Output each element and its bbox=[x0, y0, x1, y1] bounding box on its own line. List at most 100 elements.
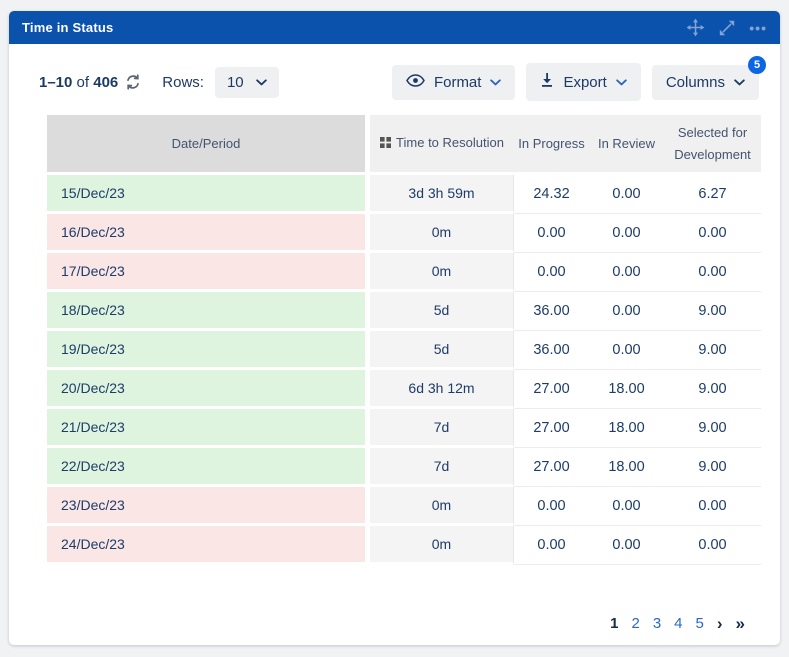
column-header-in-review[interactable]: In Review bbox=[589, 115, 664, 175]
page-link-5[interactable]: 5 bbox=[696, 615, 704, 632]
ttr-cell: 6d 3h 12m bbox=[365, 370, 514, 409]
page-current[interactable]: 1 bbox=[610, 615, 618, 632]
ttr-cell: 0m bbox=[365, 253, 514, 292]
in-progress-cell: 0.00 bbox=[514, 487, 589, 526]
in-review-cell: 0.00 bbox=[589, 214, 664, 253]
rows-per-page: Rows: 10 bbox=[162, 67, 278, 98]
in-progress-cell: 36.00 bbox=[514, 292, 589, 331]
table-row: 24/Dec/23 0m 0.00 0.00 0.00 bbox=[47, 526, 761, 565]
time-in-status-widget: Time in Status ••• bbox=[9, 11, 780, 645]
columns-count-badge: 5 bbox=[748, 56, 766, 74]
last-page-icon[interactable]: » bbox=[736, 615, 745, 632]
in-progress-cell: 27.00 bbox=[514, 370, 589, 409]
date-cell: 22/Dec/23 bbox=[47, 448, 365, 487]
column-header-time-to-resolution[interactable]: Time to Resolution bbox=[365, 115, 514, 175]
date-cell: 15/Dec/23 bbox=[47, 175, 365, 214]
columns-button[interactable]: Columns 5 bbox=[652, 65, 759, 100]
selected-cell: 9.00 bbox=[664, 448, 761, 487]
in-review-cell: 0.00 bbox=[589, 487, 664, 526]
in-review-cell: 0.00 bbox=[589, 526, 664, 565]
in-progress-cell: 24.32 bbox=[514, 175, 589, 214]
move-icon[interactable] bbox=[686, 18, 705, 37]
eye-icon bbox=[406, 74, 425, 91]
format-button[interactable]: Format bbox=[392, 65, 516, 100]
widget-header-actions: ••• bbox=[686, 18, 767, 37]
table-row: 20/Dec/23 6d 3h 12m 27.00 18.00 9.00 bbox=[47, 370, 761, 409]
ttr-cell: 7d bbox=[365, 448, 514, 487]
download-icon bbox=[540, 72, 554, 92]
format-button-label: Format bbox=[434, 74, 482, 91]
table-row: 23/Dec/23 0m 0.00 0.00 0.00 bbox=[47, 487, 761, 526]
table-row: 18/Dec/23 5d 36.00 0.00 9.00 bbox=[47, 292, 761, 331]
ttr-cell: 0m bbox=[365, 487, 514, 526]
pagination: 1 2 3 4 5 › » bbox=[610, 615, 745, 632]
date-cell: 20/Dec/23 bbox=[47, 370, 365, 409]
table-row: 17/Dec/23 0m 0.00 0.00 0.00 bbox=[47, 253, 761, 292]
table-row: 15/Dec/23 3d 3h 59m 24.32 0.00 6.27 bbox=[47, 175, 761, 214]
toolbar: 1–10 of 406 Rows: 10 bbox=[9, 44, 780, 101]
ttr-cell: 7d bbox=[365, 409, 514, 448]
ttr-cell: 0m bbox=[365, 526, 514, 565]
selected-cell: 0.00 bbox=[664, 487, 761, 526]
widget-header: Time in Status ••• bbox=[9, 11, 780, 44]
selected-cell: 0.00 bbox=[664, 526, 761, 565]
ttr-cell: 5d bbox=[365, 292, 514, 331]
grid-icon bbox=[380, 133, 391, 154]
in-review-cell: 0.00 bbox=[589, 331, 664, 370]
date-cell: 19/Dec/23 bbox=[47, 331, 365, 370]
selected-cell: 9.00 bbox=[664, 409, 761, 448]
refresh-icon[interactable] bbox=[125, 74, 141, 90]
date-cell: 21/Dec/23 bbox=[47, 409, 365, 448]
widget-title: Time in Status bbox=[22, 20, 686, 35]
range-text: 1–10 bbox=[39, 74, 72, 91]
chevron-down-icon bbox=[734, 79, 745, 86]
ttr-cell: 5d bbox=[365, 331, 514, 370]
ttr-cell: 0m bbox=[365, 214, 514, 253]
in-progress-cell: 27.00 bbox=[514, 448, 589, 487]
export-button[interactable]: Export bbox=[526, 63, 640, 101]
date-cell: 23/Dec/23 bbox=[47, 487, 365, 526]
rows-select-value: 10 bbox=[227, 74, 244, 91]
selected-cell: 6.27 bbox=[664, 175, 761, 214]
ttr-cell: 3d 3h 59m bbox=[365, 175, 514, 214]
selected-cell: 0.00 bbox=[664, 253, 761, 292]
in-progress-cell: 0.00 bbox=[514, 526, 589, 565]
table-row: 22/Dec/23 7d 27.00 18.00 9.00 bbox=[47, 448, 761, 487]
in-review-cell: 18.00 bbox=[589, 370, 664, 409]
selected-cell: 0.00 bbox=[664, 214, 761, 253]
in-progress-cell: 0.00 bbox=[514, 214, 589, 253]
column-header-date-period[interactable]: Date/Period bbox=[47, 115, 365, 175]
date-cell: 24/Dec/23 bbox=[47, 526, 365, 565]
in-review-cell: 0.00 bbox=[589, 253, 664, 292]
in-review-cell: 18.00 bbox=[589, 448, 664, 487]
selected-cell: 9.00 bbox=[664, 370, 761, 409]
date-cell: 16/Dec/23 bbox=[47, 214, 365, 253]
next-page-icon[interactable]: › bbox=[717, 615, 723, 632]
page-link-4[interactable]: 4 bbox=[674, 615, 682, 632]
selected-cell: 9.00 bbox=[664, 292, 761, 331]
chevron-down-icon bbox=[256, 79, 267, 86]
total-count: 406 bbox=[93, 74, 118, 91]
table-row: 19/Dec/23 5d 36.00 0.00 9.00 bbox=[47, 331, 761, 370]
in-progress-cell: 27.00 bbox=[514, 409, 589, 448]
selected-cell: 9.00 bbox=[664, 331, 761, 370]
page-link-2[interactable]: 2 bbox=[631, 615, 639, 632]
in-review-cell: 18.00 bbox=[589, 409, 664, 448]
status-table: Date/Period Time to Resolution In Progre… bbox=[47, 115, 743, 565]
table-header-row: Date/Period Time to Resolution In Progre… bbox=[47, 115, 761, 175]
export-button-label: Export bbox=[563, 74, 606, 91]
rows-label: Rows: bbox=[162, 74, 204, 91]
chevron-down-icon bbox=[490, 79, 501, 86]
of-label: of bbox=[77, 74, 90, 91]
column-header-selected-for-development[interactable]: Selected for Development bbox=[664, 115, 761, 175]
chevron-down-icon bbox=[616, 79, 627, 86]
more-icon[interactable]: ••• bbox=[749, 23, 767, 33]
page-link-3[interactable]: 3 bbox=[653, 615, 661, 632]
columns-button-label: Columns bbox=[666, 74, 725, 91]
column-header-in-progress[interactable]: In Progress bbox=[514, 115, 589, 175]
in-progress-cell: 0.00 bbox=[514, 253, 589, 292]
rows-select[interactable]: 10 bbox=[215, 67, 279, 98]
table-row: 16/Dec/23 0m 0.00 0.00 0.00 bbox=[47, 214, 761, 253]
result-count: 1–10 of 406 bbox=[39, 74, 141, 91]
expand-icon[interactable] bbox=[719, 20, 735, 36]
